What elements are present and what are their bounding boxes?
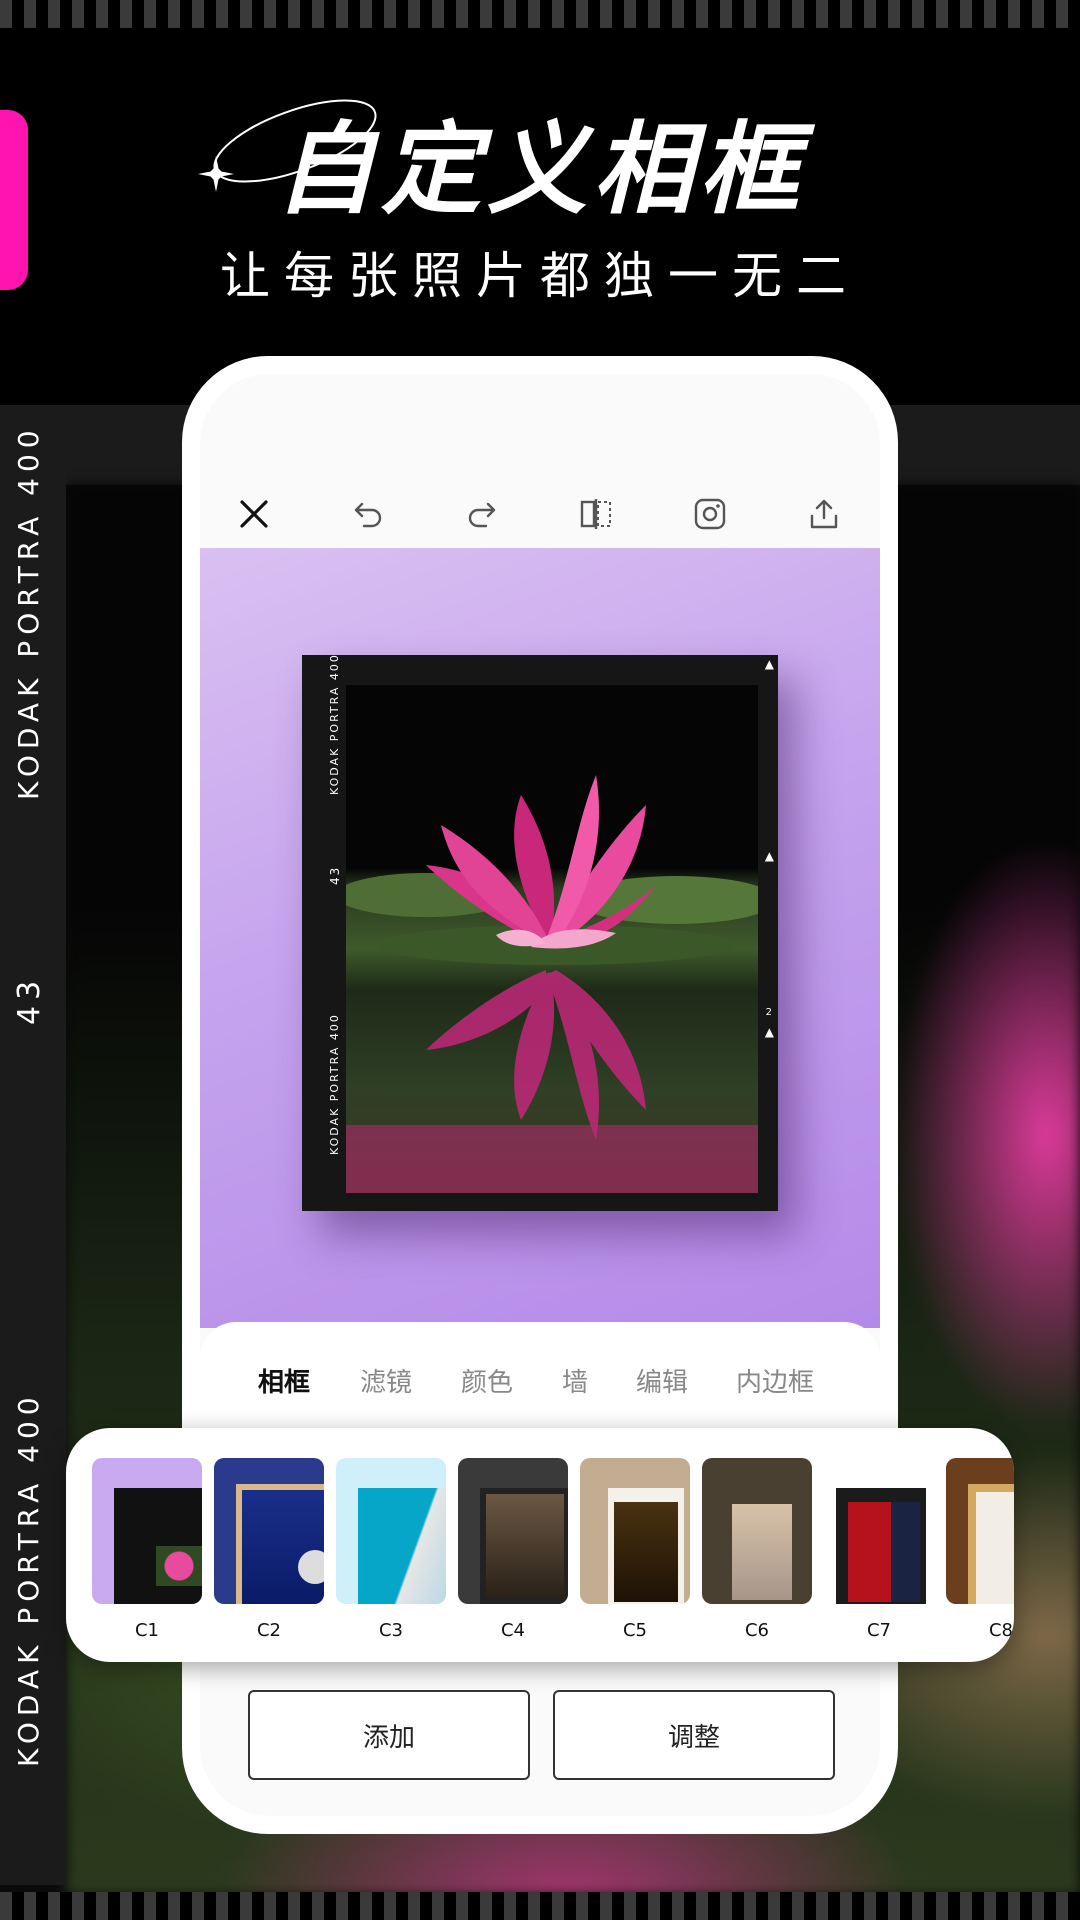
thumb-hanging-photo [732,1504,792,1600]
share-button[interactable] [794,484,854,544]
thumb-lotus [156,1546,202,1586]
frame-mark: 2 [765,1007,772,1018]
tab-wall[interactable]: 墙 [562,1362,588,1399]
frame-label-number: 43 [328,865,342,885]
flip-icon [580,499,611,529]
thumb-portrait [848,1502,920,1602]
tab-filter[interactable]: 滤镜 [360,1362,412,1399]
frame-arrow-low: ▲ [764,1025,774,1039]
add-button[interactable]: 添加 [248,1690,530,1780]
redo-icon [468,502,496,528]
editor-toolbar [200,474,880,554]
lotus-photo [346,685,758,1193]
thumb-gold-frame [236,1484,324,1604]
frame-thumb-c5[interactable] [580,1458,690,1604]
frame-label-c8: C8 [988,1620,1014,1641]
film-edge-top [0,0,1080,28]
frame-thumb-c7[interactable] [824,1458,934,1604]
frame-label-c5: C5 [622,1620,648,1641]
thumb-coffee [480,1488,568,1604]
frame-label-c3: C3 [378,1620,404,1641]
close-icon [240,500,268,528]
film-edge-bottom [0,1892,1080,1920]
film-label-bottom: KODAK PORTRA 400 [12,1391,45,1767]
film-frame-preview[interactable]: KODAK PORTRA 400 43 KODAK PORTRA 400 ▲ ▲… [302,653,778,1211]
undo-button[interactable] [338,484,398,544]
hero-subtitle: 让每张照片都独一无二 [220,247,860,305]
flip-button[interactable] [566,484,626,544]
thumb-moon [298,1550,324,1584]
redo-button[interactable] [452,484,512,544]
frame-thumb-c8[interactable] [946,1458,1014,1604]
frame-thumb-c3[interactable] [336,1458,446,1604]
frame-label-c7: C7 [866,1620,892,1641]
thumb-sunflower [614,1502,678,1602]
frame-label-bottom: KODAK PORTRA 400 [328,1013,341,1155]
adjust-button[interactable]: 调整 [553,1690,835,1780]
frame-arrow-mid: ▲ [764,849,774,863]
frame-thumb-c1[interactable] [92,1458,202,1604]
thumb-building [358,1488,446,1604]
tab-edit[interactable]: 编辑 [636,1362,688,1399]
frame-thumb-c6[interactable] [702,1458,812,1604]
tab-inner-border[interactable]: 内边框 [736,1362,814,1399]
thumb-ornate-frame [968,1484,1014,1604]
frame-label-top: KODAK PORTRA 400 [328,653,341,795]
hero-title: 自定义相框 [275,111,805,228]
tool-tabs: 相框 滤镜 颜色 墙 编辑 内边框 [200,1322,880,1432]
frames-carousel[interactable]: C1 C2 C3 C4 C5 C6 C7 C8 [66,1428,1014,1662]
undo-icon [354,502,382,528]
instagram-button[interactable] [680,484,740,544]
tab-frame[interactable]: 相框 [258,1362,310,1399]
lotus-illustration [346,775,758,1193]
film-frame-number: 43 [12,974,47,1025]
frame-thumb-c2[interactable] [214,1458,324,1604]
frame-label-c1: C1 [134,1620,160,1641]
film-label-top: KODAK PORTRA 400 [12,424,45,800]
frame-label-c4: C4 [500,1620,526,1641]
frame-label-c6: C6 [744,1620,770,1641]
close-button[interactable] [224,484,284,544]
frame-label-c2: C2 [256,1620,282,1641]
frame-thumb-c4[interactable] [458,1458,568,1604]
instagram-icon [694,498,726,530]
tab-color[interactable]: 颜色 [461,1362,513,1399]
film-side-strip: KODAK PORTRA 400 43 KODAK PORTRA 400 [0,405,66,1885]
share-icon [810,499,838,529]
frame-arrow-top: ▲ [764,657,774,671]
